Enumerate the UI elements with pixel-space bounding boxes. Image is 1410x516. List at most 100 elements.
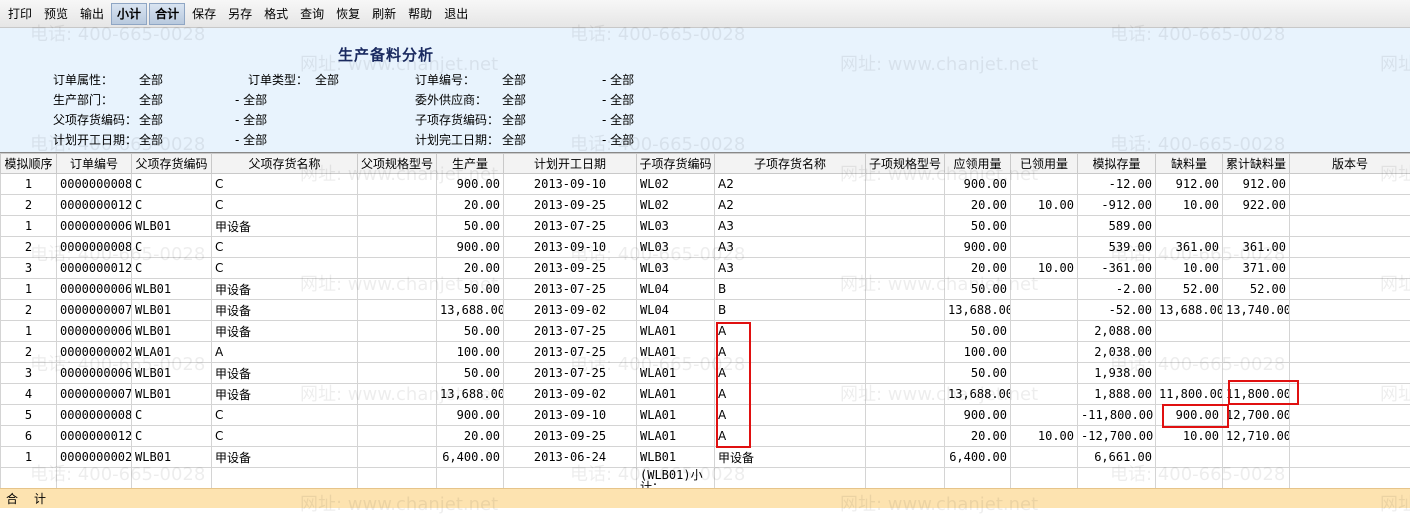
column-header-7[interactable]: 子项存货编码: [637, 154, 715, 174]
child-code-to: - 全部: [602, 111, 634, 128]
table-cell: WLB01: [132, 321, 212, 342]
table-row[interactable]: 20000000002WLA01A100.002013-07-25WLA01A1…: [1, 342, 1410, 363]
column-header-1[interactable]: 订单编号: [57, 154, 132, 174]
column-header-0[interactable]: 模拟顺序: [1, 154, 57, 174]
table-cell: C: [212, 237, 358, 258]
table-cell: 50.00: [945, 216, 1011, 237]
column-header-8[interactable]: 子项存货名称: [715, 154, 866, 174]
table-cell: [866, 321, 945, 342]
table-cell: [1223, 447, 1290, 468]
toolbar-button-7[interactable]: 格式: [259, 3, 293, 25]
toolbar-button-12[interactable]: 退出: [439, 3, 473, 25]
table-cell: [866, 279, 945, 300]
column-header-11[interactable]: 已领用量: [1011, 154, 1078, 174]
table-cell: 甲设备: [212, 363, 358, 384]
table-cell: 0000000002: [57, 342, 132, 363]
table-row[interactable]: 60000000012CC20.002013-09-25WLA01A20.001…: [1, 426, 1410, 447]
table-cell: C: [212, 258, 358, 279]
toolbar-button-8[interactable]: 查询: [295, 3, 329, 25]
table-cell: C: [132, 237, 212, 258]
table-cell: 0000000002: [57, 447, 132, 468]
table-cell: 20.00: [945, 426, 1011, 447]
column-header-6[interactable]: 计划开工日期: [504, 154, 637, 174]
table-row[interactable]: 20000000012CC20.002013-09-25WL02A220.001…: [1, 195, 1410, 216]
table-cell: [1156, 468, 1223, 489]
table-row[interactable]: 10000000008CC900.002013-09-10WL02A2900.0…: [1, 174, 1410, 195]
table-cell: 6,661.00: [1078, 447, 1156, 468]
table-cell: A: [715, 363, 866, 384]
table-cell: 0000000012: [57, 195, 132, 216]
toolbar-button-2[interactable]: 输出: [75, 3, 109, 25]
table-cell: A3: [715, 237, 866, 258]
toolbar-button-4[interactable]: 合计: [149, 3, 185, 25]
table-cell: A3: [715, 258, 866, 279]
toolbar-button-3[interactable]: 小计: [111, 3, 147, 25]
table-cell: 0000000007: [57, 300, 132, 321]
table-row[interactable]: 10000000006WLB01甲设备50.002013-07-25WLA01A…: [1, 321, 1410, 342]
column-header-4[interactable]: 父项规格型号: [358, 154, 437, 174]
report-grid[interactable]: 模拟顺序订单编号父项存货编码父项存货名称父项规格型号生产量计划开工日期子项存货编…: [0, 152, 1410, 488]
table-cell: WLA01: [132, 342, 212, 363]
table-row[interactable]: 20000000007WLB01甲设备13,688.002013-09-02WL…: [1, 300, 1410, 321]
table-row[interactable]: 20000000008CC900.002013-09-10WL03A3900.0…: [1, 237, 1410, 258]
table-cell: 10.00: [1156, 195, 1223, 216]
table-cell: C: [212, 405, 358, 426]
table-row[interactable]: 30000000006WLB01甲设备50.002013-07-25WLA01A…: [1, 363, 1410, 384]
table-cell: C: [132, 258, 212, 279]
table-cell: [358, 237, 437, 258]
column-header-10[interactable]: 应领用量: [945, 154, 1011, 174]
column-header-2[interactable]: 父项存货编码: [132, 154, 212, 174]
table-cell: [1290, 195, 1410, 216]
table-row[interactable]: 10000000006WLB01甲设备50.002013-07-25WL04B5…: [1, 279, 1410, 300]
table-cell: [1011, 447, 1078, 468]
order-no-from: 全部: [502, 71, 526, 88]
table-cell: [1290, 174, 1410, 195]
table-cell: [866, 300, 945, 321]
table-cell: 1,938.00: [1078, 363, 1156, 384]
table-cell: 2013-09-10: [504, 405, 637, 426]
table-cell: 2: [1, 342, 57, 363]
table-cell: 50.00: [437, 321, 504, 342]
page-title: 生产备料分析: [338, 44, 434, 65]
toolbar-button-10[interactable]: 刷新: [367, 3, 401, 25]
column-header-9[interactable]: 子项规格型号: [866, 154, 945, 174]
child-code-from: 全部: [502, 111, 526, 128]
table-cell: [715, 468, 866, 489]
toolbar-button-6[interactable]: 另存: [223, 3, 257, 25]
table-cell: 1: [1, 174, 57, 195]
table-cell: [945, 468, 1011, 489]
column-header-14[interactable]: 累计缺料量: [1223, 154, 1290, 174]
column-header-12[interactable]: 模拟存量: [1078, 154, 1156, 174]
table-row[interactable]: 40000000007WLB01甲设备13,688.002013-09-02WL…: [1, 384, 1410, 405]
toolbar: 打印预览输出小计合计保存另存格式查询恢复刷新帮助退出: [0, 0, 1410, 28]
table-cell: 2013-07-25: [504, 342, 637, 363]
table-cell: C: [212, 174, 358, 195]
table-cell: [1156, 342, 1223, 363]
toolbar-button-9[interactable]: 恢复: [331, 3, 365, 25]
column-header-3[interactable]: 父项存货名称: [212, 154, 358, 174]
table-cell: -361.00: [1078, 258, 1156, 279]
toolbar-button-5[interactable]: 保存: [187, 3, 221, 25]
toolbar-button-1[interactable]: 预览: [39, 3, 73, 25]
table-cell: 10.00: [1011, 258, 1078, 279]
table-cell: 912.00: [1223, 174, 1290, 195]
order-attr-label: 订单属性：: [53, 71, 113, 88]
column-header-15[interactable]: 版本号: [1290, 154, 1410, 174]
table-cell: 10.00: [1156, 258, 1223, 279]
table-cell: [1011, 384, 1078, 405]
table-cell: C: [132, 195, 212, 216]
vendor-from: 全部: [502, 91, 526, 108]
table-row[interactable]: 10000000002WLB01甲设备6,400.002013-06-24WLB…: [1, 447, 1410, 468]
table-cell: 2013-07-25: [504, 321, 637, 342]
toolbar-button-11[interactable]: 帮助: [403, 3, 437, 25]
column-header-5[interactable]: 生产量: [437, 154, 504, 174]
column-header-13[interactable]: 缺料量: [1156, 154, 1223, 174]
table-row[interactable]: (WLB01)小计：: [1, 468, 1410, 489]
table-cell: -912.00: [1078, 195, 1156, 216]
toolbar-button-0[interactable]: 打印: [3, 3, 37, 25]
table-cell: 2013-07-25: [504, 216, 637, 237]
table-row[interactable]: 30000000012CC20.002013-09-25WL03A320.001…: [1, 258, 1410, 279]
table-row[interactable]: 50000000008CC900.002013-09-10WLA01A900.0…: [1, 405, 1410, 426]
table-cell: [1156, 321, 1223, 342]
table-row[interactable]: 10000000006WLB01甲设备50.002013-07-25WL03A3…: [1, 216, 1410, 237]
